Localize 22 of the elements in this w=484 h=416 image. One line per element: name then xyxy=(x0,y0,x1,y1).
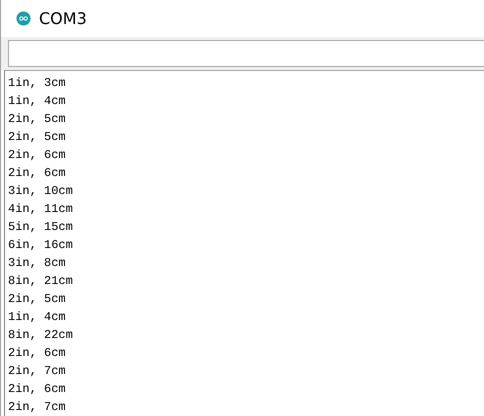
window-title: COM3 xyxy=(39,9,87,28)
output-line: 2in, 6cm xyxy=(8,345,66,362)
output-line: 2in, 6cm xyxy=(8,147,66,164)
output-line: 2in, 7cm xyxy=(8,363,66,380)
output-line: 3in, 8cm xyxy=(8,255,66,272)
output-line: 2in, 5cm xyxy=(8,129,66,146)
output-line: 5in, 15cm xyxy=(8,219,73,236)
output-line: 1in, 4cm xyxy=(8,93,66,110)
output-line: 1in, 3cm xyxy=(8,75,66,92)
output-line: 2in, 6cm xyxy=(8,165,66,182)
output-line: 1in, 4cm xyxy=(8,309,66,326)
output-line: 8in, 21cm xyxy=(8,273,73,290)
output-line: 2in, 7cm xyxy=(8,399,66,416)
output-line: 2in, 5cm xyxy=(8,291,66,308)
output-line: 2in, 5cm xyxy=(8,111,66,128)
output-line: 6in, 16cm xyxy=(8,237,73,254)
output-line: 2in, 6cm xyxy=(8,381,66,398)
input-field[interactable] xyxy=(8,40,484,67)
output-line: 4in, 11cm xyxy=(8,201,73,218)
app-icon xyxy=(16,11,31,26)
output-line: 8in, 22cm xyxy=(8,327,73,344)
output-line: 3in, 10cm xyxy=(8,183,73,200)
